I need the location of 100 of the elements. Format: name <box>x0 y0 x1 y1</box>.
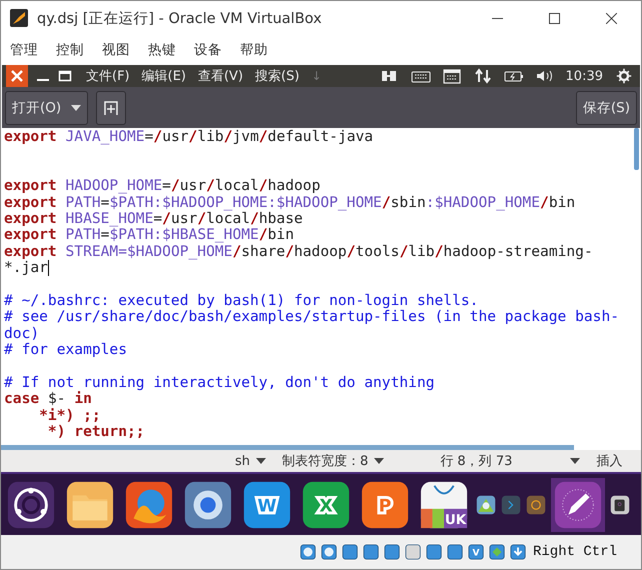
menu-item[interactable]: 搜索(S) <box>255 67 300 85</box>
code-text: $- <box>46 391 67 408</box>
code-text: = <box>153 210 162 228</box>
menu-item[interactable]: 视图 <box>102 41 130 59</box>
code-text: / <box>258 227 268 244</box>
code-text: *) return;; <box>46 424 145 440</box>
mouse-icon[interactable] <box>488 543 506 561</box>
menu-item[interactable]: 帮助 <box>240 41 268 59</box>
code-text: default-java <box>268 129 374 146</box>
code-text: / <box>258 178 268 195</box>
code-text: export <box>4 210 57 228</box>
code-text: bin <box>548 194 576 211</box>
code-text: *i*) <box>38 408 74 424</box>
arrow-key-icon[interactable] <box>508 543 527 561</box>
code-text: = <box>144 129 154 146</box>
menu-item[interactable]: 编辑(E) <box>142 67 186 85</box>
caret-icon[interactable] <box>374 458 384 464</box>
code-text: case <box>4 391 40 408</box>
code-text: lib <box>408 244 435 260</box>
save-button[interactable]: 保存(S) <box>576 90 637 124</box>
caret-icon[interactable] <box>570 458 580 464</box>
code-text: = <box>162 178 171 195</box>
code-text: / <box>285 244 294 260</box>
code-text: # If not running interactively, don't do anything <box>4 374 435 391</box>
code-text: jvm <box>232 129 259 146</box>
code-text: / <box>197 210 206 228</box>
code-text: tools <box>356 244 400 260</box>
code-text: PATH <box>64 194 101 211</box>
code-text: doc) <box>4 326 40 342</box>
code-text: $PATH:$HADOOP_HOME:$HADOOP_HOME <box>109 194 382 211</box>
code-text: export <box>4 227 57 244</box>
volume-icon[interactable] <box>534 68 555 84</box>
gear-icon[interactable] <box>614 68 634 84</box>
menu-item[interactable]: 控制 <box>56 41 84 59</box>
code-text: STREAM=$HADOOP_HOME <box>64 244 232 260</box>
code-text: in <box>74 391 92 408</box>
code-text: / <box>170 178 180 195</box>
clock[interactable]: 10:39 <box>566 68 603 84</box>
code-text: = <box>100 194 110 211</box>
code-text: usr <box>162 129 189 146</box>
menu-item[interactable]: 文件(F) <box>86 67 130 85</box>
app-icon <box>9 8 29 28</box>
cursor-position: 行 8，列 73 <box>440 453 512 470</box>
code-text: export <box>4 194 57 211</box>
code-text: sbin <box>390 194 426 211</box>
code-text: / <box>434 244 444 260</box>
tab-width-selector[interactable]: 制表符宽度：8 <box>282 452 368 470</box>
open-button[interactable]: 打开(O) <box>5 90 88 124</box>
code-text: export <box>4 244 57 260</box>
code-text: / <box>162 210 171 228</box>
code-text: lib <box>197 129 224 146</box>
insert-mode: 插入 <box>596 453 622 470</box>
code-text: bin <box>268 227 294 244</box>
code-text: / <box>399 244 408 260</box>
circle-logo-icon[interactable] <box>6 480 56 530</box>
code-text: $PATH:$HBASE_HOME <box>109 227 259 244</box>
menu-item[interactable]: 查看(V) <box>198 67 244 85</box>
code-text: export <box>4 178 57 195</box>
code-text: usr <box>170 210 198 228</box>
code-text: HBASE_HOME <box>64 210 154 228</box>
up-down-arrows-icon[interactable] <box>472 68 493 84</box>
code-text: / <box>382 194 391 211</box>
menu-item[interactable]: 管理 <box>10 41 38 59</box>
calendar-icon[interactable] <box>442 68 462 84</box>
menu-item[interactable]: 热键 <box>148 41 176 59</box>
code-text: = <box>100 227 110 244</box>
code-text: ;; <box>82 408 101 424</box>
window-title: qy.dsj [正在运行] - Oracle VM VirtualBox <box>37 10 323 28</box>
code-text: / <box>206 178 215 195</box>
code-text: PATH <box>64 227 101 244</box>
code-text: / <box>153 129 162 146</box>
scrollbar-thumb[interactable] <box>634 128 639 170</box>
code-text: local <box>206 210 250 228</box>
fox-icon[interactable] <box>124 480 174 530</box>
code-text: hbase <box>258 210 303 228</box>
menu-item[interactable]: 设备 <box>194 41 222 59</box>
code-text: / <box>540 194 549 211</box>
code-text: / <box>250 210 259 228</box>
caret-icon <box>71 104 82 110</box>
orb-icon[interactable] <box>183 480 233 530</box>
code-text: # ~/.bashrc: executed by bash(1) for non-login shells. <box>4 292 478 310</box>
code-text: # see /usr/share/doc/bash/examples/startup-files (in the package bash- <box>4 309 620 326</box>
code-text: hadoop <box>294 244 347 260</box>
language-selector[interactable]: sh <box>235 454 250 468</box>
code-text: / <box>232 244 242 260</box>
new-tab-button[interactable] <box>96 90 126 124</box>
code-text: usr <box>180 178 206 195</box>
code-text: / <box>346 244 356 260</box>
maximize-icon[interactable] <box>549 12 560 24</box>
code-text: share <box>241 244 286 260</box>
code-text: hadoop-streaming- <box>443 244 593 260</box>
code-text: :$HADOOP_HOME <box>426 194 540 211</box>
code-text: hadoop <box>268 178 320 195</box>
code-text: / <box>188 129 198 146</box>
bag-icon[interactable]: UK <box>419 480 469 530</box>
code-text: JAVA_HOME <box>64 129 145 146</box>
scrollbar-thumb[interactable] <box>1 445 574 450</box>
code-text: # for examples <box>4 342 128 358</box>
caret-icon[interactable] <box>256 458 266 464</box>
close-icon[interactable] <box>606 12 617 24</box>
